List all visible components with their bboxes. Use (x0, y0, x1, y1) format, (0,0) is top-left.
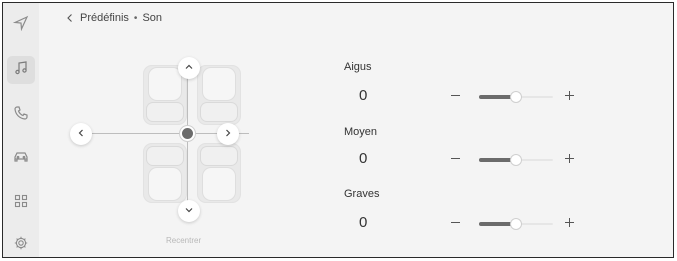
eq-band-value: 0 (359, 87, 368, 104)
eq-band-label: Graves (344, 188, 380, 200)
chevron-up-icon (184, 59, 194, 77)
eq-increase-button[interactable] (561, 89, 577, 105)
chevron-left-icon (65, 13, 75, 23)
plus-icon (564, 215, 575, 233)
eq-decrease-button[interactable] (447, 89, 463, 105)
sound-settings-screen: Prédéfinis • Son Recentrer Aigus 0 Moyen… (2, 2, 674, 258)
eq-slider[interactable] (479, 219, 553, 229)
fader-front-button[interactable] (178, 57, 200, 79)
car-icon (13, 149, 29, 170)
minus-icon (450, 151, 461, 169)
eq-band-value: 0 (359, 150, 368, 167)
eq-decrease-button[interactable] (447, 152, 463, 168)
eq-band-value: 0 (359, 214, 368, 231)
seat-rear-left (143, 143, 187, 203)
fader-rear-button[interactable] (178, 200, 200, 222)
eq-band-label: Aigus (344, 61, 372, 73)
sidebar-item-settings[interactable] (7, 231, 35, 259)
breadcrumb-current: Son (142, 12, 163, 24)
sidebar-item-apps[interactable] (7, 189, 35, 217)
sidebar-item-phone[interactable] (7, 101, 35, 129)
eq-slider[interactable] (479, 155, 553, 165)
fader-balance-handle[interactable] (182, 128, 193, 139)
slider-thumb[interactable] (511, 155, 521, 165)
music-note-icon (13, 60, 29, 81)
balance-left-button[interactable] (70, 123, 92, 145)
slider-thumb[interactable] (511, 92, 521, 102)
balance-right-button[interactable] (217, 123, 239, 145)
apps-grid-icon (13, 193, 29, 214)
breadcrumb-separator: • (133, 12, 138, 24)
eq-slider[interactable] (479, 92, 553, 102)
gear-icon (13, 235, 29, 256)
eq-increase-button[interactable] (561, 216, 577, 232)
back-button[interactable] (65, 13, 75, 23)
eq-decrease-button[interactable] (447, 216, 463, 232)
breadcrumb: Prédéfinis • Son (65, 12, 162, 24)
plus-icon (564, 88, 575, 106)
navigation-icon (12, 15, 29, 36)
phone-icon (13, 105, 29, 126)
sidebar (3, 3, 39, 257)
chevron-down-icon (184, 202, 194, 220)
minus-icon (450, 215, 461, 233)
plus-icon (564, 151, 575, 169)
slider-thumb[interactable] (511, 219, 521, 229)
sidebar-item-audio[interactable] (7, 56, 35, 84)
fader-balance-control[interactable]: Recentrer (70, 53, 249, 253)
chevron-right-icon (223, 125, 233, 143)
sidebar-item-vehicle[interactable] (7, 145, 35, 173)
main-content: Prédéfinis • Son Recentrer Aigus 0 Moyen… (39, 3, 673, 257)
minus-icon (450, 88, 461, 106)
seat-rear-right (197, 143, 241, 203)
eq-band-label: Moyen (344, 126, 378, 138)
breadcrumb-parent[interactable]: Prédéfinis (80, 12, 129, 24)
sidebar-item-navigation[interactable] (7, 11, 35, 39)
eq-increase-button[interactable] (561, 152, 577, 168)
chevron-left-icon (76, 125, 86, 143)
seat-front-right (197, 65, 241, 125)
reset-center-label[interactable]: Recentrer (166, 236, 201, 245)
